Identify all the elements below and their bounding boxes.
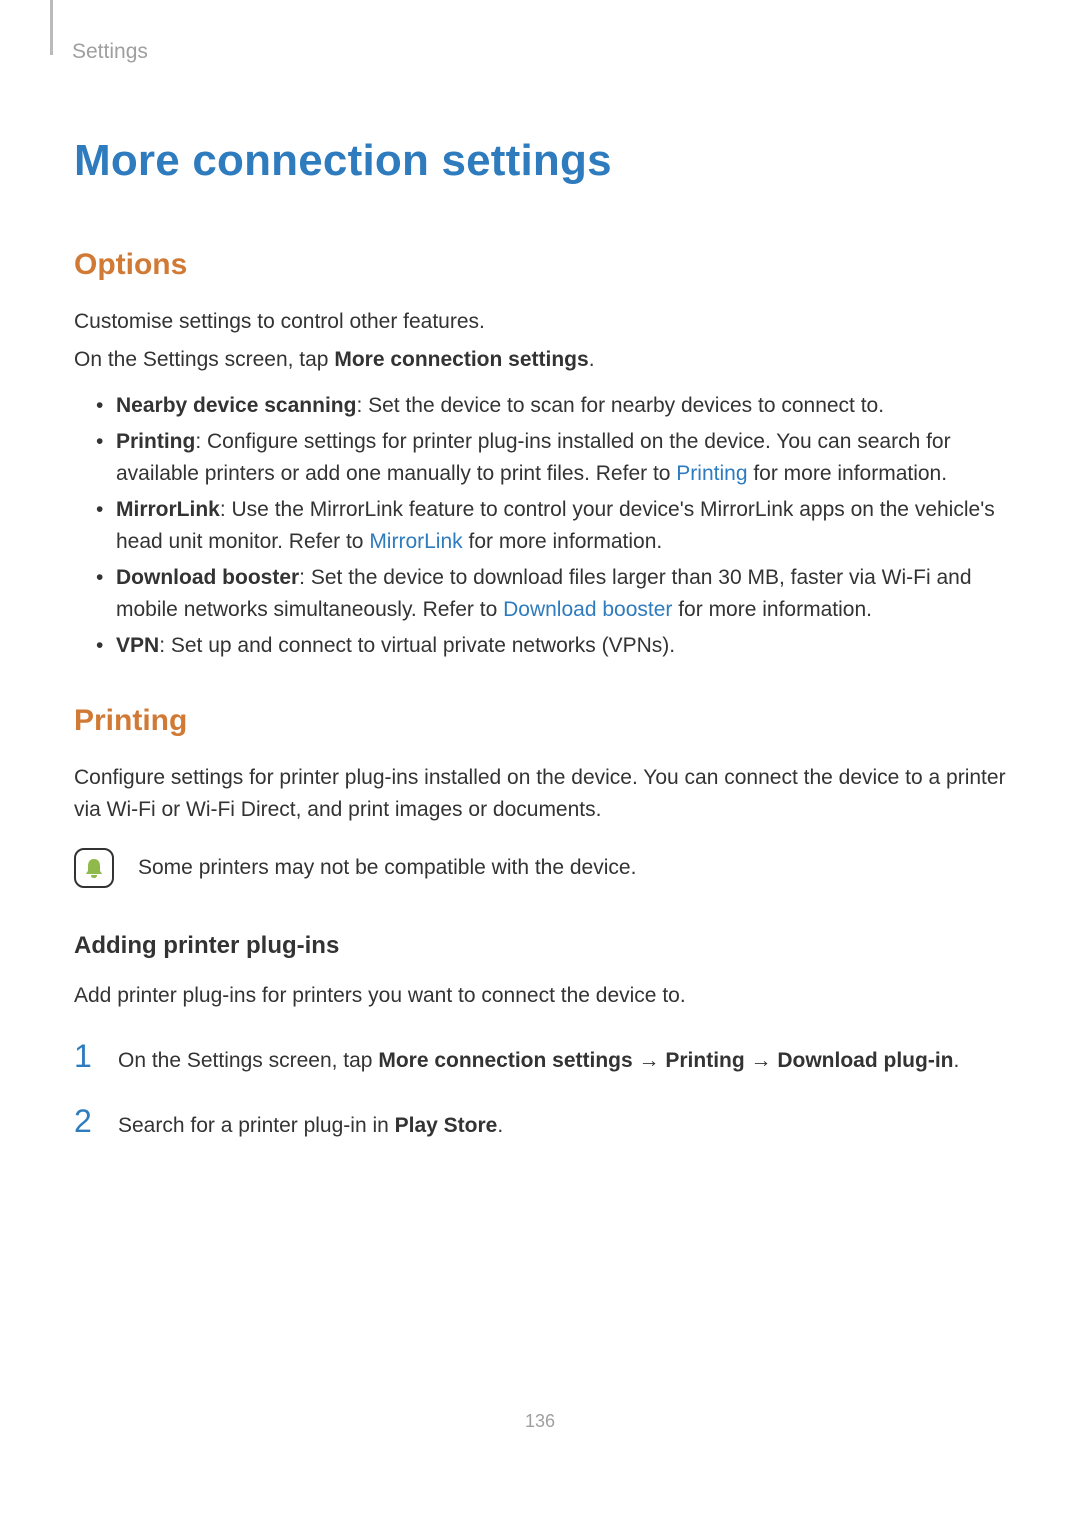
steps-list: 1 On the Settings screen, tap More conne… (74, 1040, 1006, 1142)
list-item-text-post: for more information. (748, 462, 948, 485)
list-item-text-post: for more information. (463, 530, 663, 553)
step-text-bold: More connection settings (378, 1049, 632, 1072)
list-item-link[interactable]: MirrorLink (369, 530, 462, 553)
step-text-arrow: → (633, 1049, 666, 1072)
subsection-heading-adding-plugins: Adding printer plug-ins (74, 932, 1006, 960)
list-item-label: VPN (116, 634, 159, 657)
step-text-bold: Printing (665, 1049, 744, 1072)
options-intro-2: On the Settings screen, tap More connect… (74, 344, 1006, 376)
list-item: Download booster: Set the device to down… (74, 562, 1006, 626)
step-text: Search for a printer plug-in in Play Sto… (118, 1110, 503, 1142)
step-number: 1 (74, 1040, 102, 1072)
step-text-pre: Search for a printer plug-in in (118, 1114, 395, 1137)
printing-intro: Configure settings for printer plug-ins … (74, 762, 1006, 826)
list-item-text-post: for more information. (672, 598, 872, 621)
list-item: Nearby device scanning: Set the device t… (74, 390, 1006, 422)
step-text-post: . (954, 1049, 960, 1072)
list-item-link[interactable]: Download booster (503, 598, 672, 621)
list-item: VPN: Set up and connect to virtual priva… (74, 630, 1006, 662)
bell-icon (82, 856, 106, 880)
list-item-label: Printing (116, 430, 195, 453)
step-text-pre: On the Settings screen, tap (118, 1049, 378, 1072)
section-heading-printing: Printing (74, 704, 1006, 738)
breadcrumb: Settings (72, 40, 1006, 64)
list-item: Printing: Configure settings for printer… (74, 426, 1006, 490)
step-text-post: . (497, 1114, 503, 1137)
options-intro-2-bold: More connection settings (334, 348, 588, 371)
list-item-text: : Set up and connect to virtual private … (159, 634, 675, 657)
adding-plugins-intro: Add printer plug-ins for printers you wa… (74, 980, 1006, 1012)
options-intro-2-post: . (589, 348, 595, 371)
section-heading-options: Options (74, 248, 1006, 282)
note-icon (74, 848, 114, 888)
step-item: 2 Search for a printer plug-in in Play S… (74, 1105, 1006, 1142)
list-item-link[interactable]: Printing (676, 462, 747, 485)
step-item: 1 On the Settings screen, tap More conne… (74, 1040, 1006, 1077)
list-item: MirrorLink: Use the MirrorLink feature t… (74, 494, 1006, 558)
options-intro-2-pre: On the Settings screen, tap (74, 348, 334, 371)
step-text-bold: Download plug-in (777, 1049, 953, 1072)
step-text-arrow: → (745, 1049, 778, 1072)
document-page: Settings More connection settings Option… (0, 0, 1080, 1527)
page-tab-mark (50, 0, 53, 55)
note-row: Some printers may not be compatible with… (74, 848, 1006, 888)
step-number: 2 (74, 1105, 102, 1137)
step-text: On the Settings screen, tap More connect… (118, 1045, 959, 1077)
options-intro-1: Customise settings to control other feat… (74, 306, 1006, 338)
list-item-text: : Set the device to scan for nearby devi… (356, 394, 884, 417)
step-text-bold: Play Store (395, 1114, 498, 1137)
note-text: Some printers may not be compatible with… (138, 852, 636, 884)
list-item-label: Nearby device scanning (116, 394, 356, 417)
options-list: Nearby device scanning: Set the device t… (74, 390, 1006, 662)
list-item-label: Download booster (116, 566, 299, 589)
page-title: More connection settings (74, 136, 1006, 186)
list-item-label: MirrorLink (116, 498, 220, 521)
page-number: 136 (0, 1411, 1080, 1432)
